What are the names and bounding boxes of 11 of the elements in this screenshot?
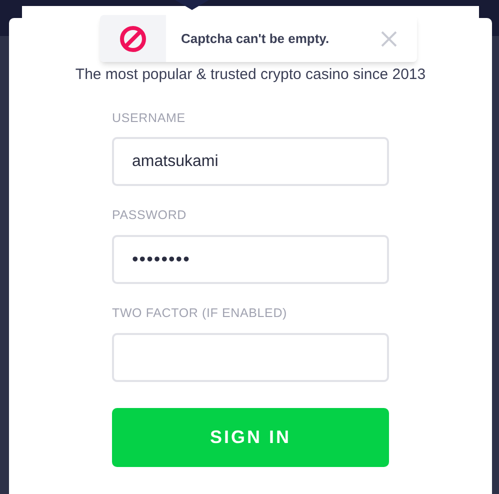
tagline: The most popular & trusted crypto casino since 2013 [75, 65, 426, 85]
prohibited-icon [119, 24, 147, 52]
input-field[interactable]: amatsukami [112, 137, 389, 186]
logo-icon [175, 0, 209, 10]
field-label: PASSWORD [112, 207, 188, 224]
toast-message: Captcha can't be empty. [181, 30, 330, 48]
input-field[interactable]: •••••••• [112, 235, 389, 284]
close-icon[interactable] [381, 30, 397, 46]
field-label: USERNAME [112, 110, 186, 126]
input-field[interactable] [112, 332, 389, 382]
field-label: TWO FACTOR (IF ENABLED) [112, 305, 288, 322]
